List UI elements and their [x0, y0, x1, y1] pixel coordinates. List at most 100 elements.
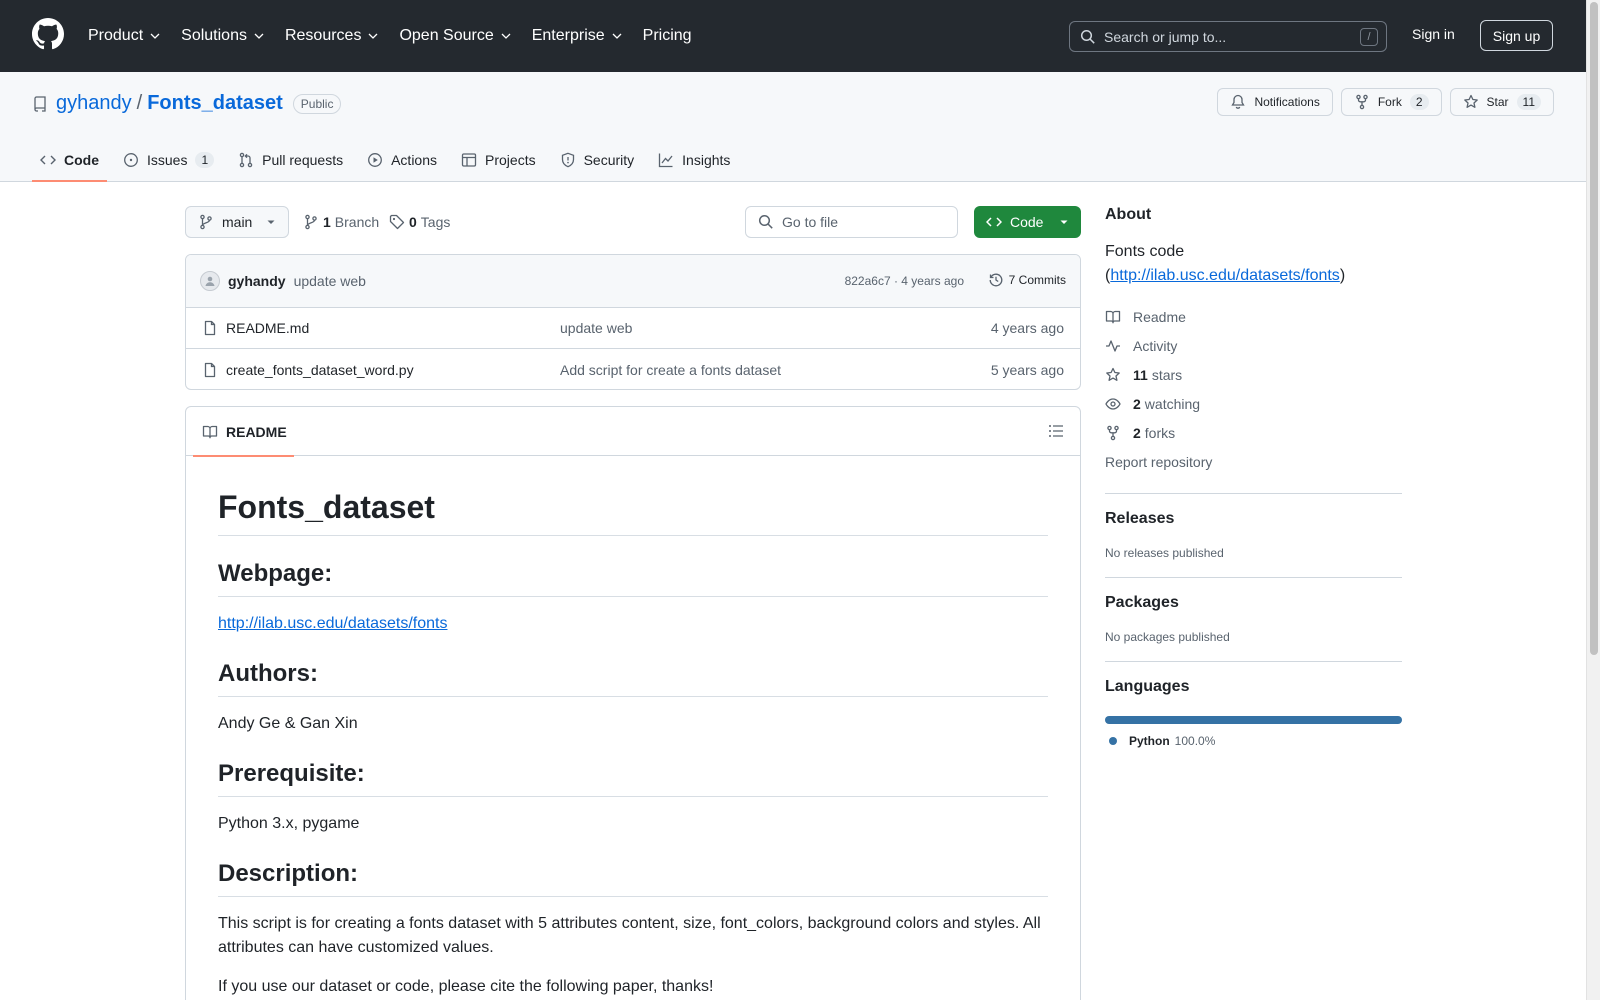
fork-button[interactable]: Fork 2 — [1340, 88, 1442, 116]
sidebar-readme-link[interactable]: Readme — [1105, 302, 1402, 331]
tab-label: Security — [583, 152, 635, 168]
sidebar-forks-link[interactable]: 2 forks — [1105, 418, 1402, 447]
global-search-input[interactable]: Search or jump to... / — [1069, 21, 1387, 52]
readme-tab-label: README — [226, 423, 287, 440]
commit-hash-time[interactable]: 822a6c7 · 4 years ago — [845, 274, 964, 288]
nav-label: Resources — [284, 27, 362, 44]
star-button[interactable]: Star 11 — [1449, 88, 1554, 116]
file-name-link[interactable]: README.md — [226, 320, 309, 336]
branch-icon — [200, 214, 212, 230]
repo-title: gyhandy / Fonts_dataset Public — [32, 92, 342, 115]
repo-name-link[interactable]: Fonts_dataset — [147, 92, 283, 115]
go-to-file-input[interactable]: Go to file — [745, 206, 958, 238]
nav-product[interactable]: Product — [88, 27, 161, 45]
nav-pricing[interactable]: Pricing — [643, 27, 692, 45]
pulse-icon — [1106, 339, 1120, 352]
code-dropdown-button[interactable]: Code — [974, 206, 1081, 238]
bell-icon — [1231, 94, 1246, 109]
nav-enterprise[interactable]: Enterprise — [532, 27, 623, 45]
file-commit-message[interactable]: update web — [560, 320, 632, 336]
language-name: Python — [1129, 734, 1170, 748]
commit-message-link[interactable]: update web — [294, 273, 366, 289]
readme-authors: Andy Ge & Gan Xin — [218, 715, 358, 732]
tab-issues[interactable]: Issues 1 — [115, 138, 222, 182]
file-name-link[interactable]: create_fonts_dataset_word.py — [226, 362, 414, 378]
nav-resources[interactable]: Resources — [285, 27, 379, 45]
notifications-button[interactable]: Notifications — [1217, 88, 1333, 116]
tab-readme[interactable]: README — [193, 407, 294, 457]
global-header: Product Solutions Resources Open Source … — [0, 0, 1586, 72]
commits-history-link[interactable]: 7 Commits — [988, 272, 1066, 288]
nav-label: Solutions — [181, 27, 247, 44]
repo-icon — [34, 95, 46, 112]
outline-list-icon[interactable] — [1048, 423, 1064, 439]
nav-open-source[interactable]: Open Source — [399, 27, 511, 45]
scrollbar-thumb[interactable] — [1590, 2, 1598, 655]
avatar[interactable] — [200, 271, 220, 291]
report-repository-link[interactable]: Report repository — [1105, 447, 1402, 476]
language-bar — [1105, 716, 1402, 724]
readme-title: Fonts_dataset — [218, 489, 1048, 536]
file-row[interactable]: create_fonts_dataset_word.py Add script … — [186, 349, 1080, 389]
language-bar-python — [1105, 716, 1402, 724]
history-icon — [989, 273, 1003, 287]
issues-count: 1 — [195, 152, 215, 168]
tab-insights[interactable]: Insights — [650, 138, 738, 182]
file-date: 5 years ago — [990, 361, 1064, 378]
code-icon — [40, 155, 56, 165]
about-description: Fonts code (http://ilab.usc.edu/datasets… — [1105, 240, 1402, 288]
sidebar-divider — [1105, 661, 1402, 662]
sidebar-stars-link[interactable]: 11 stars — [1105, 360, 1402, 389]
file-row[interactable]: README.md update web 4 years ago — [186, 308, 1080, 349]
sidebar-watching-link[interactable]: 2 watching — [1105, 389, 1402, 418]
about-website-link[interactable]: http://ilab.usc.edu/datasets/fonts — [1110, 267, 1339, 284]
tags-label: Tags — [420, 214, 451, 230]
file-date: 4 years ago — [990, 320, 1064, 336]
readme-heading-prerequisite: Prerequisite: — [218, 760, 1048, 797]
chevron-down-icon — [612, 33, 622, 39]
tab-actions[interactable]: Actions — [359, 138, 445, 182]
branches-link[interactable]: 1 Branch — [303, 214, 379, 230]
commits-label: 7 Commits — [1008, 273, 1066, 287]
tab-code[interactable]: Code — [32, 138, 107, 182]
tab-projects[interactable]: Projects — [453, 138, 544, 182]
github-logo-icon[interactable] — [32, 18, 64, 50]
commit-author-link[interactable]: gyhandy — [228, 273, 286, 289]
shield-icon — [561, 152, 574, 168]
tags-count: 0 — [409, 214, 417, 230]
eye-icon — [1105, 397, 1121, 410]
file-icon — [204, 320, 216, 336]
readme-label: Readme — [1133, 308, 1186, 325]
nav-label: Open Source — [399, 27, 494, 44]
top-nav: Product Solutions Resources Open Source … — [88, 0, 712, 72]
search-icon — [1080, 29, 1095, 44]
branches-count: 1 — [323, 214, 331, 230]
branch-select-button[interactable]: main — [185, 206, 289, 238]
sign-in-link[interactable]: Sign in — [1412, 26, 1455, 42]
search-placeholder: Search or jump to... — [1104, 28, 1227, 45]
language-item[interactable]: Python 100.0% — [1105, 734, 1402, 748]
fork-icon — [1107, 425, 1119, 440]
tab-label: Code — [64, 152, 99, 168]
packages-heading[interactable]: Packages — [1105, 594, 1402, 612]
pull-request-icon — [239, 152, 253, 168]
star-count: 11 — [1516, 94, 1541, 110]
sign-up-button[interactable]: Sign up — [1480, 20, 1553, 51]
search-icon — [758, 214, 773, 229]
file-commit-message[interactable]: Add script for create a fonts dataset — [560, 362, 781, 378]
star-icon — [1463, 94, 1478, 108]
tags-link[interactable]: 0 Tags — [389, 214, 450, 230]
nav-solutions[interactable]: Solutions — [181, 27, 265, 45]
file-icon — [204, 362, 216, 377]
tab-pull-requests[interactable]: Pull requests — [230, 138, 351, 182]
issue-icon — [124, 153, 138, 167]
readme-webpage-link[interactable]: http://ilab.usc.edu/datasets/fonts — [218, 615, 447, 632]
tab-security[interactable]: Security — [552, 138, 643, 182]
latest-commit: gyhandy update web 822a6c7 · 4 years ago… — [186, 255, 1080, 308]
sidebar-activity-link[interactable]: Activity — [1105, 331, 1402, 360]
readme-cite-note: If you use our dataset or code, please c… — [218, 978, 714, 995]
readme-heading-authors: Authors: — [218, 660, 1048, 697]
repo-owner-link[interactable]: gyhandy — [56, 92, 132, 115]
page-scrollbar[interactable] — [1586, 0, 1600, 1000]
releases-heading[interactable]: Releases — [1105, 510, 1402, 528]
